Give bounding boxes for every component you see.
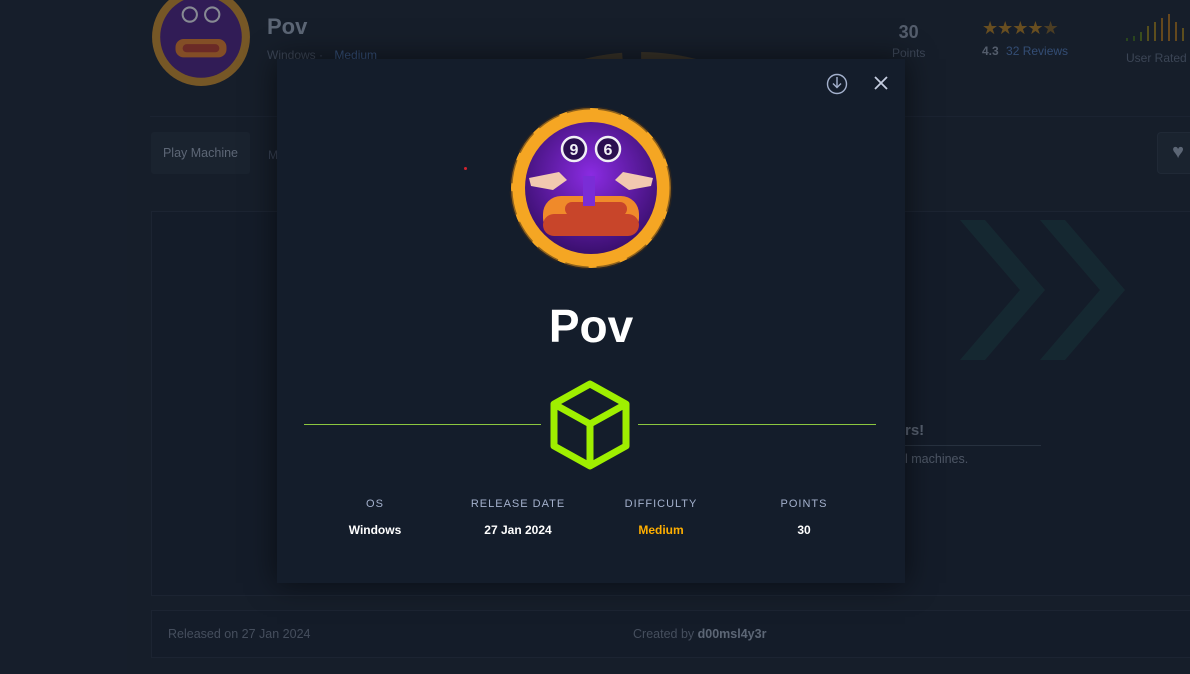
download-icon bbox=[826, 73, 848, 95]
info-release-value: 27 Jan 2024 bbox=[484, 523, 552, 537]
machine-avatar: 9 6 bbox=[509, 106, 673, 270]
info-difficulty-label: DIFFICULTY bbox=[624, 498, 698, 510]
machine-info-modal: 9 6 Pov OS Windows RELEASE DATE 27 Jan 2… bbox=[277, 59, 905, 583]
info-release-date: RELEASE DATE 27 Jan 2024 bbox=[448, 498, 588, 537]
cube-icon bbox=[550, 380, 630, 470]
avatar-digit-right: 6 bbox=[604, 142, 613, 159]
info-points: POINTS 30 bbox=[734, 498, 874, 537]
avatar-digit-left: 9 bbox=[570, 142, 579, 159]
info-os-value: Windows bbox=[348, 523, 402, 537]
close-icon bbox=[874, 76, 888, 90]
modal-machine-title: Pov bbox=[548, 300, 634, 352]
info-difficulty-value: Medium bbox=[638, 523, 684, 537]
info-os: OS Windows bbox=[305, 498, 445, 537]
cursor-dot bbox=[464, 167, 467, 170]
info-os-label: OS bbox=[366, 498, 384, 510]
info-difficulty: DIFFICULTY Medium bbox=[591, 498, 731, 537]
info-release-label: RELEASE DATE bbox=[470, 498, 566, 510]
info-points-value: 30 bbox=[797, 523, 811, 537]
info-points-label: POINTS bbox=[780, 498, 828, 510]
close-button[interactable] bbox=[873, 75, 889, 91]
download-button[interactable] bbox=[826, 73, 848, 95]
separator-left bbox=[304, 424, 541, 425]
separator-right bbox=[638, 424, 876, 425]
